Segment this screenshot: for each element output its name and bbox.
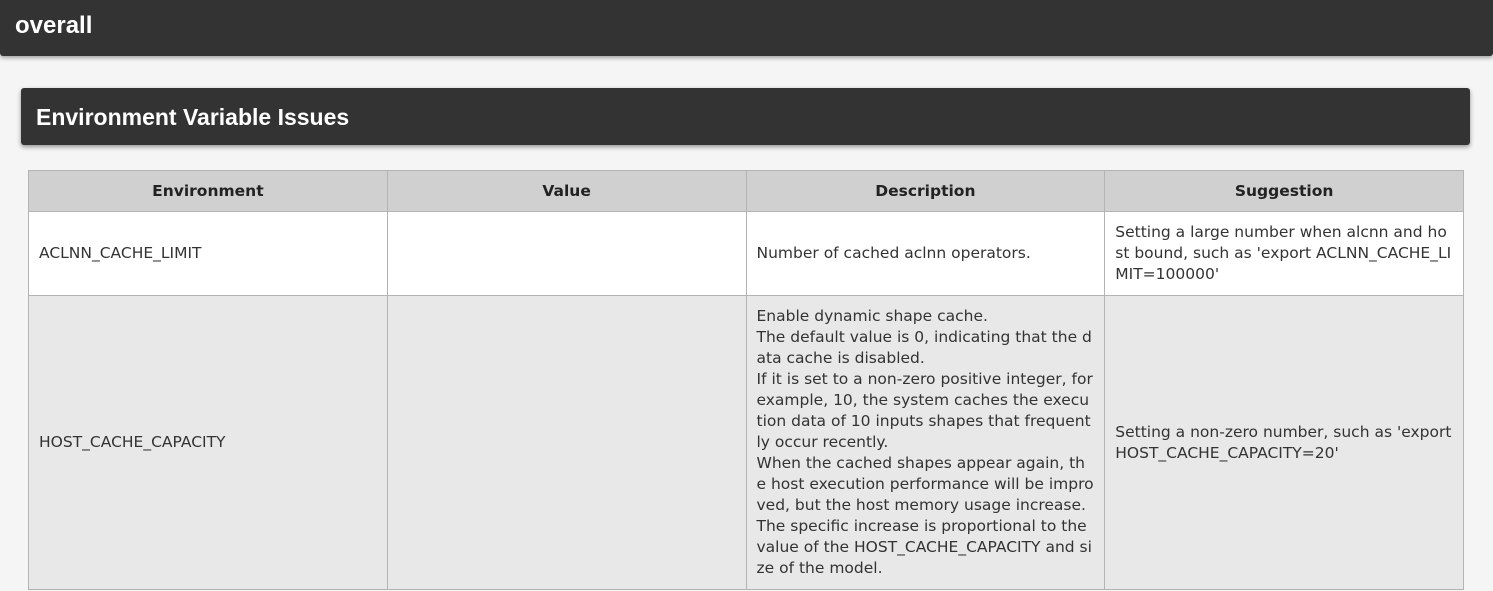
cell-environment: HOST_CACHE_CAPACITY: [28, 295, 388, 590]
cell-value: [386, 211, 747, 296]
column-header-description: Description: [745, 170, 1106, 212]
cell-value: [386, 295, 747, 590]
description-line: The specific increase is proportional to…: [756, 517, 1092, 577]
column-header-value: Value: [386, 170, 747, 212]
description-line: Enable dynamic shape cache.: [756, 307, 988, 325]
description-line: When the cached shapes appear again, the…: [756, 454, 1094, 514]
table-header-row: Environment Value Description Suggestion: [28, 170, 1464, 212]
description-line: Number of cached aclnn operators.: [756, 244, 1031, 262]
table-row: ACLNN_CACHE_LIMIT Number of cached aclnn…: [28, 211, 1464, 296]
cell-environment: ACLNN_CACHE_LIMIT: [28, 211, 388, 296]
column-header-environment: Environment: [28, 170, 388, 212]
section-title: Environment Variable Issues: [36, 104, 350, 130]
description-line: The default value is 0, indicating that …: [756, 328, 1092, 367]
cell-description: Number of cached aclnn operators.: [745, 211, 1106, 296]
cell-description: Enable dynamic shape cache. The default …: [745, 295, 1106, 590]
cell-suggestion: Setting a non-zero number, such as 'expo…: [1104, 295, 1464, 590]
top-bar: overall: [0, 0, 1493, 56]
cell-suggestion: Setting a large number when alcnn and ho…: [1104, 211, 1464, 296]
description-line: If it is set to a non-zero positive inte…: [756, 370, 1093, 451]
env-issues-table-container: Environment Value Description Suggestion…: [28, 170, 1464, 590]
section-header[interactable]: Environment Variable Issues: [21, 88, 1470, 145]
app-title: overall: [15, 12, 93, 39]
column-header-suggestion: Suggestion: [1104, 170, 1464, 212]
table-row: HOST_CACHE_CAPACITY Enable dynamic shape…: [28, 295, 1464, 590]
env-issues-table: Environment Value Description Suggestion…: [28, 170, 1464, 590]
